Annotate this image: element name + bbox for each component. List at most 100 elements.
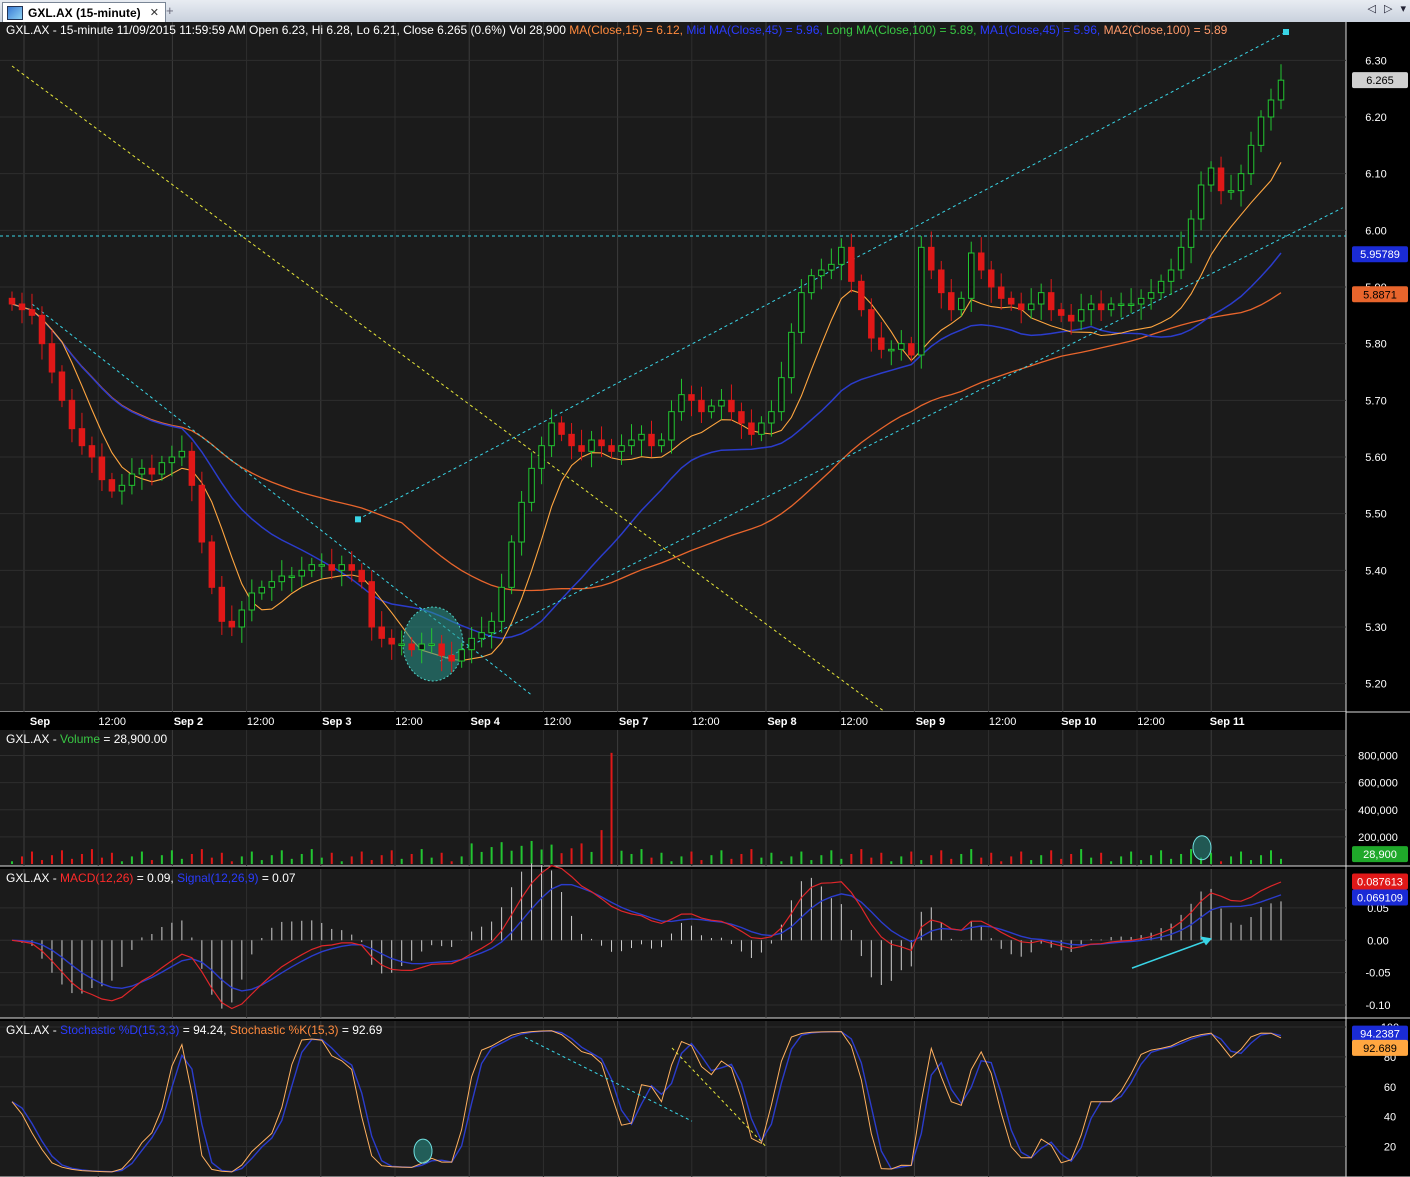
scroll-right-icon[interactable]: ▷ bbox=[1384, 2, 1392, 15]
volume-bar bbox=[50, 855, 53, 864]
candle-down bbox=[977, 252, 985, 271]
candle-up bbox=[778, 377, 785, 413]
last-price-tag: 6.265 bbox=[1366, 75, 1394, 87]
candle-down bbox=[987, 269, 995, 288]
candle-down bbox=[208, 541, 216, 588]
candle-down bbox=[108, 479, 116, 492]
pane-background bbox=[0, 22, 1346, 712]
stoch-d-value: = 94.24, bbox=[182, 1023, 227, 1037]
price-tick-label: 5.70 bbox=[1365, 395, 1386, 407]
candle-down bbox=[68, 399, 76, 430]
volume-bar bbox=[90, 849, 93, 864]
volume-bar bbox=[410, 853, 413, 864]
price-header-prefix: GXL.AX - 15-minute 11/09/2015 11:59:59 A… bbox=[6, 23, 566, 37]
axis-background bbox=[1346, 22, 1410, 712]
candle-down bbox=[38, 314, 46, 345]
candle-down bbox=[408, 643, 415, 651]
volume-bar bbox=[890, 861, 893, 864]
candle-up bbox=[768, 411, 775, 424]
volume-bar bbox=[240, 856, 243, 864]
candle-up bbox=[308, 564, 316, 571]
volume-bar bbox=[250, 851, 253, 864]
x-tick-label: 12:00 bbox=[1137, 716, 1165, 728]
volume-bar bbox=[150, 860, 153, 864]
x-tick-label: Sep 4 bbox=[471, 716, 501, 728]
candle-up bbox=[528, 467, 535, 503]
candle-down bbox=[578, 445, 585, 452]
candle-down bbox=[858, 280, 865, 311]
volume-tag: 28,900 bbox=[1363, 849, 1397, 861]
candle-up bbox=[1177, 246, 1185, 271]
stoch-header-prefix: GXL.AX - bbox=[6, 1023, 57, 1037]
volume-bar bbox=[210, 857, 213, 864]
volume-bar bbox=[570, 848, 573, 864]
price-tick-label: 6.00 bbox=[1365, 225, 1386, 237]
candle-up bbox=[888, 348, 895, 352]
candle-up bbox=[1247, 144, 1255, 175]
candle-down bbox=[598, 439, 605, 447]
candle-down bbox=[698, 399, 705, 413]
candle-up bbox=[898, 343, 905, 350]
candle-up bbox=[588, 439, 595, 452]
candle-up bbox=[288, 575, 296, 578]
volume-bar bbox=[820, 855, 823, 864]
macd-tag: 0.087613 bbox=[1357, 877, 1403, 889]
candle-up bbox=[838, 246, 845, 265]
volume-bar bbox=[910, 851, 913, 864]
tab-menu-icon[interactable]: ▾ bbox=[1400, 2, 1406, 15]
volume-bar bbox=[1080, 849, 1083, 864]
candle-down bbox=[368, 581, 375, 628]
candle-down bbox=[358, 569, 365, 583]
volume-bar bbox=[1140, 860, 1143, 864]
x-tick-label: Sep 9 bbox=[916, 716, 945, 728]
scroll-left-icon[interactable]: ◁ bbox=[1368, 2, 1376, 15]
candle-up bbox=[828, 263, 835, 271]
volume-bar bbox=[490, 847, 493, 864]
volume-bar bbox=[300, 853, 303, 864]
candle-up bbox=[1127, 303, 1135, 306]
volume-bar bbox=[630, 853, 633, 864]
candle-down bbox=[348, 564, 355, 571]
volume-bar bbox=[990, 852, 993, 864]
pane-background bbox=[0, 730, 1346, 866]
candle-up bbox=[1267, 99, 1275, 118]
volume-bar bbox=[180, 858, 183, 864]
candle-down bbox=[908, 343, 915, 356]
volume-bar bbox=[650, 857, 653, 864]
price-tick-label: 5.30 bbox=[1365, 622, 1386, 634]
candle-down bbox=[1017, 303, 1025, 311]
volume-bar bbox=[130, 856, 133, 864]
signal-value: = 0.07 bbox=[261, 871, 296, 885]
x-tick-label: Sep bbox=[30, 716, 50, 728]
candle-up bbox=[168, 456, 176, 464]
volume-bar bbox=[1070, 853, 1073, 864]
candle-down bbox=[1097, 303, 1105, 311]
x-tick-label: Sep 7 bbox=[619, 716, 648, 728]
candle-up bbox=[298, 569, 306, 577]
close-tab-icon[interactable]: ✕ bbox=[150, 6, 159, 19]
chart-tab[interactable]: GXL.AX (15-minute) ✕ bbox=[2, 2, 166, 22]
candle-up bbox=[278, 575, 286, 583]
x-tick-label: Sep 2 bbox=[174, 716, 203, 728]
volume-bar bbox=[20, 856, 23, 864]
candle-up bbox=[238, 609, 246, 628]
candle-down bbox=[1217, 167, 1225, 192]
volume-bar bbox=[370, 860, 373, 864]
ma1-legend: MA1(Close,45) = 5.96, bbox=[979, 23, 1101, 37]
chart-canvas[interactable]: Sep 12:00 Sep 2 12:00 Sep 3 12:00 Sep 4 12:00 Se… bbox=[0, 22, 1410, 1177]
x-tick-label: 12:00 bbox=[247, 716, 275, 728]
candle-down bbox=[748, 422, 755, 435]
candle-up bbox=[138, 467, 146, 475]
candle-down bbox=[88, 445, 96, 458]
volume-bar bbox=[280, 850, 283, 864]
volume-bar bbox=[660, 852, 663, 864]
add-tab-icon[interactable]: + bbox=[166, 3, 174, 18]
volume-bar bbox=[730, 858, 733, 864]
price-tick-label: 5.50 bbox=[1365, 509, 1386, 521]
volume-bar bbox=[1150, 855, 1153, 864]
candle-up bbox=[128, 473, 136, 486]
volume-bar bbox=[920, 860, 923, 864]
volume-bar bbox=[830, 850, 833, 864]
volume-bar bbox=[1180, 853, 1183, 864]
candle-down bbox=[568, 433, 575, 447]
